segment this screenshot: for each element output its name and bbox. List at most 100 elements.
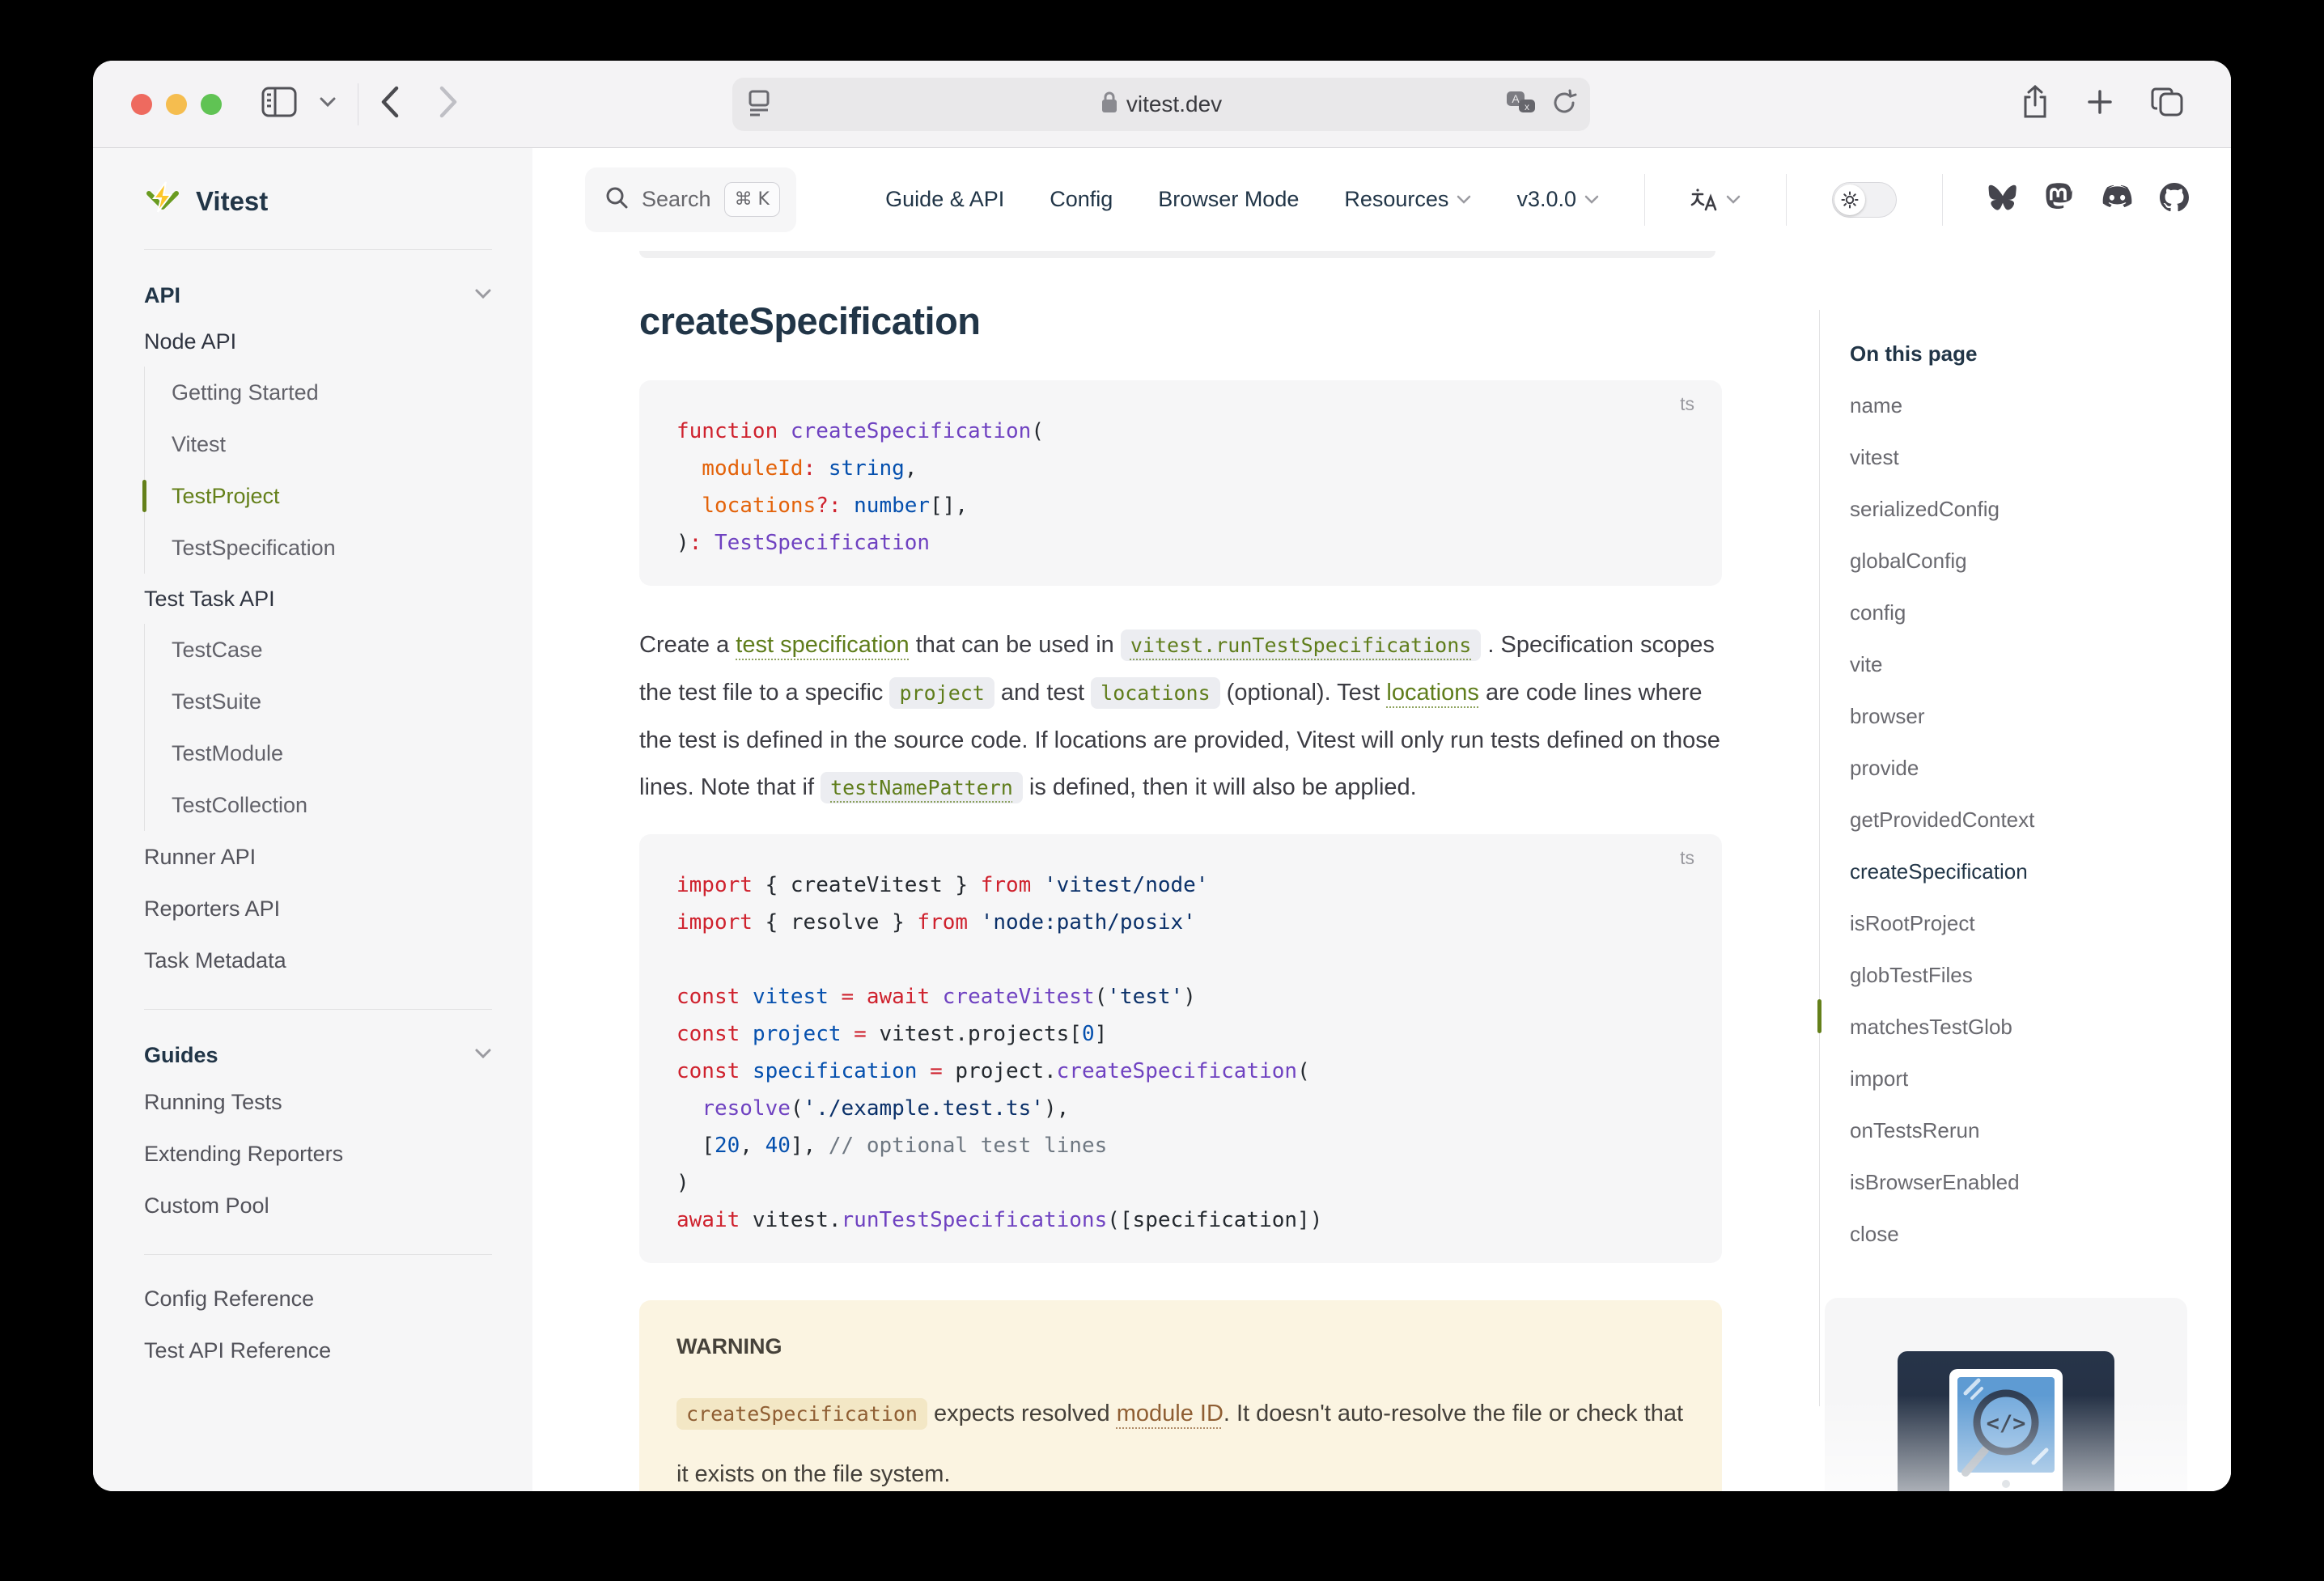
aside-item-close[interactable]: close bbox=[1850, 1208, 2206, 1260]
sidebar-item-testcase[interactable]: TestCase bbox=[172, 624, 492, 676]
sidebar-item-running-tests[interactable]: Running Tests bbox=[144, 1076, 492, 1128]
chevron-down-icon bbox=[1584, 195, 1599, 205]
code-line: const project = vitest.projects[0] bbox=[676, 1015, 1685, 1053]
header-divider bbox=[1644, 174, 1645, 226]
browser-window: vitest.dev A x bbox=[93, 61, 2231, 1491]
aside-item-isrootproject[interactable]: isRootProject bbox=[1850, 897, 2206, 949]
site-header: Search ⌘ K Guide & API Config Browser Mo… bbox=[532, 148, 2231, 251]
doc-sidebar: Vitest API Node API Getting Started Vite… bbox=[93, 148, 532, 1491]
code-line: ): TestSpecification bbox=[676, 524, 1685, 562]
inline-link[interactable]: module ID bbox=[1117, 1401, 1223, 1426]
sidebar-item-vitest[interactable]: Vitest bbox=[172, 418, 492, 470]
sidebar-item-runner-api[interactable]: Runner API bbox=[144, 831, 492, 883]
theme-toggle[interactable] bbox=[1832, 182, 1897, 218]
sidebar-item-config-reference[interactable]: Config Reference bbox=[144, 1273, 492, 1325]
inline-code-link[interactable]: testNamePattern bbox=[821, 772, 1023, 803]
aside-item-ontestsrerun[interactable]: onTestsRerun bbox=[1850, 1104, 2206, 1156]
translate-icon[interactable]: A x bbox=[1506, 90, 1537, 120]
sidebar-item-reporters-api[interactable]: Reporters API bbox=[144, 883, 492, 935]
code-line: moduleId: string, bbox=[676, 450, 1685, 487]
aside-item-vite[interactable]: vite bbox=[1850, 638, 2206, 690]
nav-guide-api[interactable]: Guide & API bbox=[885, 187, 1004, 212]
aside-item-globalconfig[interactable]: globalConfig bbox=[1850, 535, 2206, 587]
previous-code-block-clipped bbox=[639, 251, 1715, 258]
aside-divider bbox=[1819, 310, 1820, 1406]
sidebar-item-testmodule[interactable]: TestModule bbox=[172, 727, 492, 779]
search-icon bbox=[604, 185, 629, 214]
search-button[interactable]: Search ⌘ K bbox=[585, 167, 796, 232]
sponsor-card[interactable]: </> bbox=[1825, 1298, 2187, 1491]
sidebar-group-test-task-api[interactable]: Test Task API bbox=[144, 574, 492, 624]
nav-config[interactable]: Config bbox=[1050, 187, 1113, 212]
warning-title: WARNING bbox=[676, 1334, 1685, 1359]
code-line: await vitest.runTestSpecifications([spec… bbox=[676, 1202, 1685, 1239]
sidebar-item-custom-pool[interactable]: Custom Pool bbox=[144, 1180, 492, 1231]
vitest-logo-icon bbox=[144, 180, 181, 222]
minimize-window-button[interactable] bbox=[166, 94, 187, 115]
chevron-down-icon bbox=[474, 288, 492, 303]
code-lang-badge: ts bbox=[1680, 847, 1694, 869]
address-bar[interactable]: vitest.dev A x bbox=[732, 78, 1590, 131]
aside-item-createspecification[interactable]: createSpecification bbox=[1850, 846, 2206, 897]
code-block-signature[interactable]: ts function createSpecification( moduleI… bbox=[639, 380, 1722, 586]
chevron-down-icon bbox=[1457, 195, 1471, 205]
aside-item-getprovidedcontext[interactable]: getProvidedContext bbox=[1850, 794, 2206, 846]
inline-code: project bbox=[889, 677, 994, 709]
aside-item-import[interactable]: import bbox=[1850, 1053, 2206, 1104]
discord-icon[interactable] bbox=[2100, 184, 2132, 214]
code-line bbox=[676, 941, 1685, 978]
zoom-window-button[interactable] bbox=[201, 94, 222, 115]
forward-button[interactable] bbox=[438, 85, 459, 123]
on-this-page: On this page namevitestserializedConfigg… bbox=[1850, 328, 2206, 1260]
inline-code-link[interactable]: vitest.runTestSpecifications bbox=[1121, 629, 1481, 661]
nav-version-switcher[interactable]: v3.0.0 bbox=[1516, 187, 1599, 212]
aside-item-matchestestglob[interactable]: matchesTestGlob bbox=[1850, 1001, 2206, 1053]
aside-active-marker bbox=[1817, 999, 1821, 1033]
header-divider bbox=[1786, 174, 1787, 226]
url-text[interactable]: vitest.dev bbox=[1126, 91, 1222, 117]
nav-browser-mode[interactable]: Browser Mode bbox=[1158, 187, 1299, 212]
aside-item-config[interactable]: config bbox=[1850, 587, 2206, 638]
page-title: createSpecification bbox=[639, 299, 1722, 343]
sidebar-section-guides[interactable]: Guides bbox=[144, 1034, 492, 1076]
aside-item-globtestfiles[interactable]: globTestFiles bbox=[1850, 949, 2206, 1001]
new-tab-icon[interactable] bbox=[2085, 87, 2114, 121]
close-window-button[interactable] bbox=[131, 94, 152, 115]
sidebar-item-extending-reporters[interactable]: Extending Reporters bbox=[144, 1128, 492, 1180]
vitest-logo[interactable]: Vitest bbox=[144, 180, 492, 222]
sidebar-item-getting-started[interactable]: Getting Started bbox=[172, 367, 492, 418]
github-icon[interactable] bbox=[2160, 183, 2189, 216]
aside-item-serializedconfig[interactable]: serializedConfig bbox=[1850, 483, 2206, 535]
nav-resources[interactable]: Resources bbox=[1344, 187, 1471, 212]
bluesky-icon[interactable] bbox=[1988, 184, 2017, 214]
inline-link[interactable]: locations bbox=[1386, 680, 1478, 706]
mastodon-icon[interactable] bbox=[2045, 183, 2072, 216]
sidebar-item-testproject[interactable]: TestProject bbox=[172, 470, 492, 522]
code-line: locations?: number[], bbox=[676, 487, 1685, 524]
sidebar-item-testcollection[interactable]: TestCollection bbox=[172, 779, 492, 831]
back-button[interactable] bbox=[380, 85, 401, 123]
sidebar-toggle-icon[interactable] bbox=[261, 86, 298, 122]
aside-item-provide[interactable]: provide bbox=[1850, 742, 2206, 794]
sidebar-item-test-api-reference[interactable]: Test API Reference bbox=[144, 1325, 492, 1376]
tab-overview-icon[interactable] bbox=[2150, 86, 2184, 122]
sidebar-section-api[interactable]: API bbox=[144, 274, 492, 316]
share-icon[interactable] bbox=[2021, 84, 2050, 124]
language-menu[interactable] bbox=[1690, 187, 1741, 213]
sidebar-group-node-api[interactable]: Node API bbox=[144, 316, 492, 367]
inline-link[interactable]: test specification bbox=[736, 632, 909, 658]
inline-code: createSpecification bbox=[676, 1398, 927, 1430]
sponsor-fade bbox=[1825, 1395, 2187, 1491]
code-line: resolve('./example.test.ts'), bbox=[676, 1090, 1685, 1127]
aside-item-browser[interactable]: browser bbox=[1850, 690, 2206, 742]
sidebar-item-task-metadata[interactable]: Task Metadata bbox=[144, 935, 492, 986]
sidebar-menu-chevron-icon[interactable] bbox=[319, 96, 337, 112]
aside-item-name[interactable]: name bbox=[1850, 379, 2206, 431]
aside-item-vitest[interactable]: vitest bbox=[1850, 431, 2206, 483]
reload-icon[interactable] bbox=[1551, 89, 1577, 121]
code-block-example[interactable]: ts import { createVitest } from 'vitest/… bbox=[639, 834, 1722, 1263]
sidebar-item-testsuite[interactable]: TestSuite bbox=[172, 676, 492, 727]
aside-item-isbrowserenabled[interactable]: isBrowserEnabled bbox=[1850, 1156, 2206, 1208]
sidebar-item-testspecification[interactable]: TestSpecification bbox=[172, 522, 492, 574]
logo-text: Vitest bbox=[196, 186, 268, 217]
